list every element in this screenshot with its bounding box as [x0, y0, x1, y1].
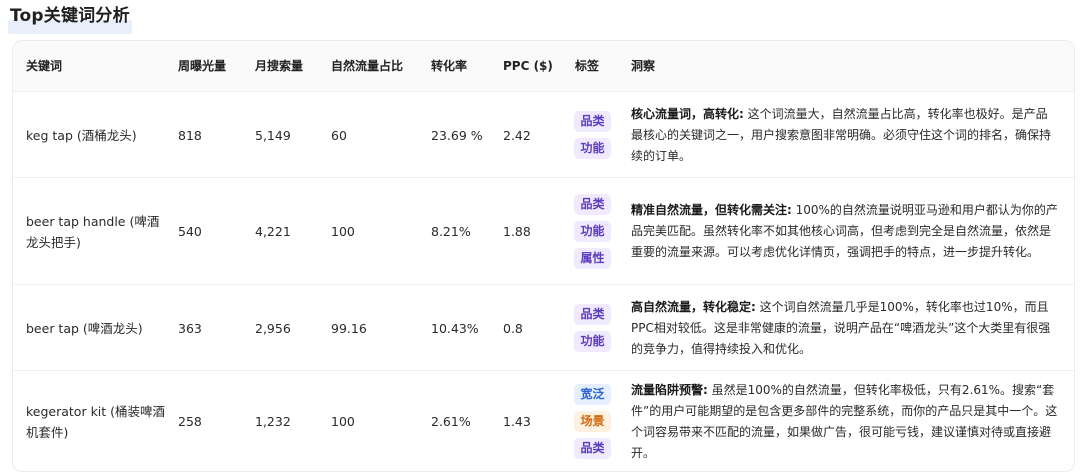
organic-cell: 99.16: [331, 320, 367, 336]
tag-badge: 品类: [574, 438, 611, 459]
ppc-cell: 1.88: [503, 224, 531, 239]
table-row[interactable]: keg tap (酒桶龙头) 818 5,149 60 23.69 % 2.42…: [13, 91, 1074, 178]
insight-heading: 流量陷阱预警:: [631, 382, 708, 397]
tag-badge: 功能: [574, 138, 611, 159]
keyword-cell: beer tap handle (啤酒龙头把手): [26, 213, 160, 250]
organic-cell: 100: [331, 224, 355, 239]
impressions-cell: 363: [178, 320, 202, 336]
insight-text: 精准自然流量，但转化需关注: 100%的自然流量说明亚马逊和用户都认为你的产品完…: [631, 200, 1059, 263]
table-row[interactable]: beer tap (啤酒龙头) 363 2,956 99.16 10.43% 0…: [13, 284, 1074, 371]
header-tags[interactable]: 标签: [575, 41, 630, 91]
header-organic[interactable]: 自然流量占比: [331, 41, 421, 91]
page-title-wrap: Top关键词分析: [8, 4, 132, 34]
header-cvr[interactable]: 转化率: [431, 41, 491, 91]
ppc-cell: 0.8: [503, 320, 523, 336]
cvr-cell: 8.21%: [431, 224, 471, 239]
insight-cell: 高自然流量，转化稳定: 这个词自然流量几乎是100%，转化率也过10%，而且PP…: [631, 285, 1059, 371]
searches-cell: 2,956: [255, 320, 291, 336]
keyword-cell: keg tap (酒桶龙头): [26, 127, 137, 143]
insight-heading: 高自然流量，转化稳定:: [631, 299, 756, 314]
cvr-cell: 10.43%: [431, 320, 479, 336]
insight-text: 核心流量词，高转化: 这个词流量大，自然流量占比高，转化率也极好。是产品最核心的…: [631, 104, 1059, 167]
keyword-cell: kegerator kit (桶装啤酒机套件): [26, 403, 166, 440]
page-title: Top关键词分析: [10, 6, 130, 26]
keyword-cell: beer tap (啤酒龙头): [26, 320, 143, 336]
insight-text: 流量陷阱预警: 虽然是100%的自然流量，但转化率极低，只有2.61%。搜索“套…: [631, 380, 1059, 464]
tags-cell: 品类 功能 属性: [565, 178, 620, 285]
ppc-cell: 1.43: [503, 414, 531, 429]
impressions-cell: 258: [178, 414, 202, 429]
tag-badge: 场景: [574, 411, 611, 432]
tag-badge: 品类: [574, 111, 611, 132]
insight-heading: 精准自然流量，但转化需关注:: [631, 203, 792, 217]
tag-badge: 品类: [574, 194, 611, 215]
tag-badge: 属性: [574, 248, 611, 269]
insight-cell: 核心流量词，高转化: 这个词流量大，自然流量占比高，转化率也极好。是产品最核心的…: [631, 92, 1059, 178]
tag-badge: 功能: [574, 221, 611, 242]
header-insight[interactable]: 洞察: [631, 41, 1059, 91]
header-searches[interactable]: 月搜索量: [255, 41, 325, 91]
header-ppc[interactable]: PPC ($): [503, 41, 563, 91]
tags-cell: 品类 功能: [565, 92, 620, 178]
insight-text: 高自然流量，转化稳定: 这个词自然流量几乎是100%，转化率也过10%，而且PP…: [631, 297, 1059, 360]
organic-cell: 100: [331, 414, 355, 429]
tag-badge: 品类: [574, 304, 611, 325]
impressions-cell: 540: [178, 224, 202, 239]
tags-cell: 品类 功能: [565, 285, 620, 371]
header-keyword[interactable]: 关键词: [26, 41, 166, 91]
cvr-cell: 23.69 %: [431, 127, 483, 143]
header-impressions[interactable]: 周曝光量: [178, 41, 248, 91]
cvr-cell: 2.61%: [431, 414, 471, 429]
keyword-table: 关键词 周曝光量 月搜索量 自然流量占比 转化率 PPC ($) 标签 洞察 k…: [12, 40, 1075, 472]
table-row[interactable]: kegerator kit (桶装啤酒机套件) 258 1,232 100 2.…: [13, 370, 1074, 471]
ppc-cell: 2.42: [503, 127, 531, 143]
organic-cell: 60: [331, 127, 347, 143]
tag-badge: 宽泛: [574, 384, 611, 405]
searches-cell: 4,221: [255, 224, 291, 239]
tags-cell: 宽泛 场景 品类: [565, 371, 620, 471]
table-header: 关键词 周曝光量 月搜索量 自然流量占比 转化率 PPC ($) 标签 洞察: [13, 41, 1074, 91]
insight-heading: 核心流量词，高转化:: [631, 106, 744, 121]
insight-cell: 流量陷阱预警: 虽然是100%的自然流量，但转化率极低，只有2.61%。搜索“套…: [631, 371, 1059, 471]
table-row[interactable]: beer tap handle (啤酒龙头把手) 540 4,221 100 8…: [13, 177, 1074, 285]
searches-cell: 1,232: [255, 414, 291, 429]
searches-cell: 5,149: [255, 127, 291, 143]
insight-cell: 精准自然流量，但转化需关注: 100%的自然流量说明亚马逊和用户都认为你的产品完…: [631, 178, 1059, 285]
tag-badge: 功能: [574, 331, 611, 352]
impressions-cell: 818: [178, 127, 202, 143]
